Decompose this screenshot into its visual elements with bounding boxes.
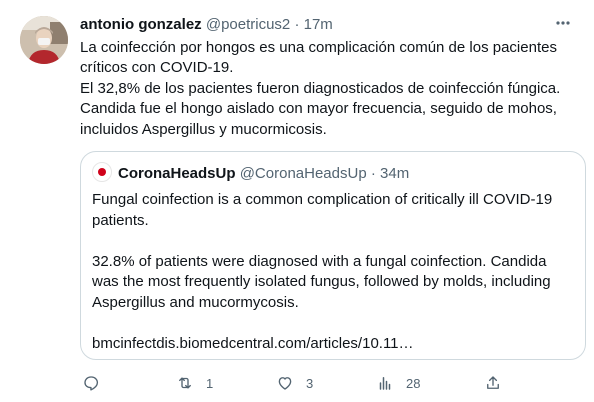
quote-text-line: was the most frequently isolated fungus,… bbox=[92, 273, 551, 290]
quote-text-line bbox=[92, 313, 577, 334]
quote-text-line: Fungal coinfection is a common complicat… bbox=[92, 191, 553, 208]
tweet-actions: 1 3 28 bbox=[80, 372, 580, 394]
quote-separator: · bbox=[370, 165, 376, 182]
like-button[interactable]: 3 bbox=[276, 372, 313, 394]
quote-link[interactable]: bmcinfectdis.biomedcentral.com/articles/… bbox=[92, 334, 577, 355]
author-handle[interactable]: @poetricus2 bbox=[206, 16, 290, 33]
quote-time: 34m bbox=[380, 165, 410, 182]
reply-icon bbox=[84, 376, 99, 391]
quote-text-line: Aspergillus and mucormycosis. bbox=[92, 293, 299, 311]
tweet-text-line: incluidos Aspergillus y mucormicosis. bbox=[80, 120, 327, 138]
tweet-text-line: El 32,8% de los pacientes fueron diagnos… bbox=[80, 79, 561, 97]
heart-icon bbox=[278, 377, 292, 390]
tweet-text-line: Candida fue el hongo aislado con mayor f… bbox=[80, 100, 557, 118]
tweet-header: antonio gonzalez @poetricus2 · 17m bbox=[80, 15, 580, 35]
analytics-count: 28 bbox=[406, 375, 421, 391]
quote-author-avatar bbox=[92, 162, 112, 183]
more-options-icon[interactable] bbox=[556, 21, 570, 25]
retweet-button[interactable]: 1 bbox=[176, 372, 213, 394]
quote-author-name: CoronaHeadsUp bbox=[118, 165, 236, 182]
quote-text-line: patients. bbox=[92, 211, 149, 229]
retweet-icon bbox=[179, 377, 191, 389]
tweet-text: La coinfección por hongos es una complic… bbox=[80, 38, 580, 140]
author-avatar[interactable] bbox=[20, 16, 68, 64]
tweet-time[interactable]: 17m bbox=[304, 16, 333, 33]
header-separator: · bbox=[294, 16, 300, 33]
analytics-icon bbox=[379, 377, 391, 390]
tweet-text-line: La coinfección por hongos es una complic… bbox=[80, 39, 557, 56]
tweet[interactable]: antonio gonzalez @poetricus2 · 17m La co… bbox=[0, 0, 594, 402]
quote-text-line: 32.8% of patients were diagnosed with a … bbox=[92, 252, 547, 270]
quote-author-handle: @CoronaHeadsUp bbox=[239, 165, 367, 182]
quote-text: Fungal coinfection is a common complicat… bbox=[92, 190, 577, 354]
quoted-tweet[interactable]: CoronaHeadsUp @CoronaHeadsUp · 34m Funga… bbox=[80, 151, 586, 360]
analytics-button[interactable]: 28 bbox=[376, 372, 420, 394]
quote-header: CoronaHeadsUp @CoronaHeadsUp · 34m bbox=[92, 162, 410, 184]
reply-button[interactable] bbox=[82, 372, 100, 394]
tweet-text-line: críticos con COVID-19. bbox=[80, 59, 234, 77]
quote-text-line bbox=[92, 231, 577, 252]
retweet-count: 1 bbox=[206, 375, 214, 391]
like-count: 3 bbox=[306, 375, 314, 391]
share-icon bbox=[487, 376, 499, 389]
share-button[interactable] bbox=[484, 372, 502, 394]
author-name[interactable]: antonio gonzalez bbox=[80, 16, 202, 33]
